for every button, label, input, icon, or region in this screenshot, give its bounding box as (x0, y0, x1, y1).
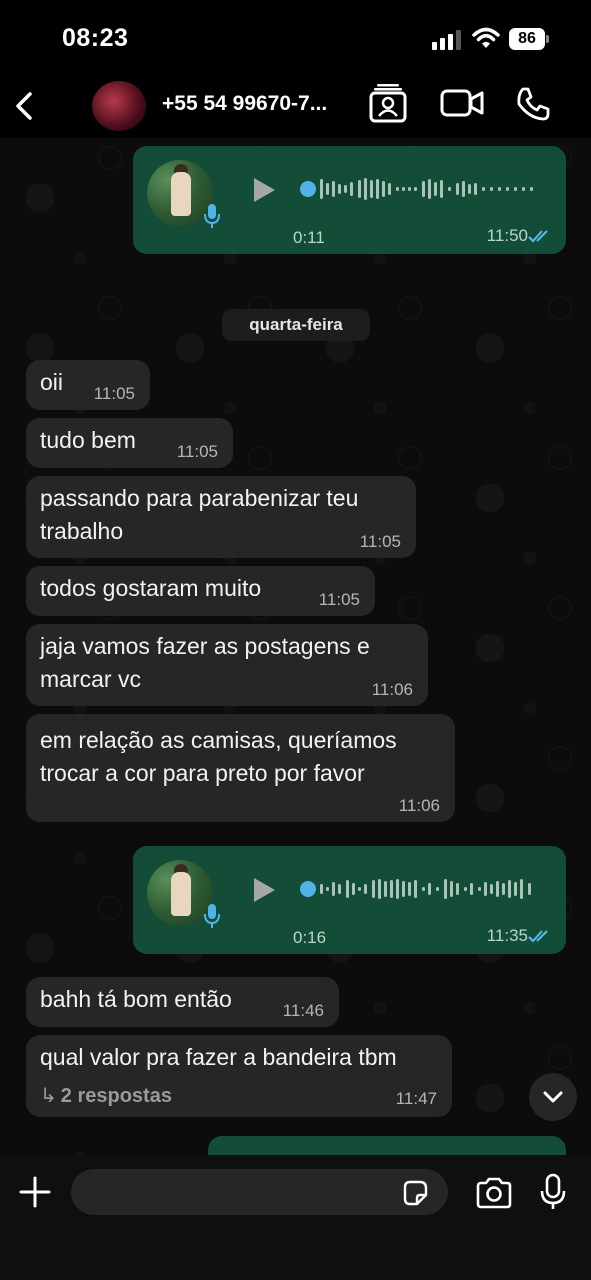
scroll-to-bottom-button[interactable] (529, 1073, 577, 1121)
incoming-message[interactable]: bahh tá bom então 11:46 (26, 977, 339, 1027)
cellular-signal-icon (432, 30, 461, 50)
play-icon[interactable] (251, 876, 277, 904)
audio-waveform[interactable] (298, 871, 538, 907)
read-receipt-icon (528, 230, 548, 243)
thread-replies-link[interactable]: ↳ 2 respostas (40, 1083, 172, 1108)
outgoing-voice-message[interactable]: 0:16 11:35 (133, 846, 566, 954)
message-text: todos gostaram muito (40, 575, 262, 601)
message-text-line2: trabalho (40, 518, 124, 544)
microphone-icon (204, 204, 220, 228)
contact-name[interactable]: +55 54 99670-7... (162, 92, 327, 116)
battery-level: 86 (509, 28, 545, 50)
message-text: em relação as camisas, queríamos (40, 727, 397, 753)
incoming-message[interactable]: tudo bem 11:05 (26, 418, 233, 468)
message-text: qual valor pra fazer a bandeira tbm (40, 1044, 397, 1070)
video-call-icon[interactable] (440, 88, 484, 118)
message-time: 11:06 (371, 680, 413, 699)
play-icon[interactable] (251, 176, 277, 204)
message-time: 11:05 (318, 590, 360, 609)
incoming-message[interactable]: oii 11:05 (26, 360, 150, 410)
contact-avatar[interactable] (92, 81, 146, 131)
incoming-message[interactable]: todos gostaram muito 11:05 (26, 566, 375, 616)
outgoing-voice-message[interactable]: 0:11 11:50 (133, 146, 566, 254)
chat-header: +55 54 99670-7... (0, 78, 591, 138)
message-list[interactable]: 0:11 11:50 quarta-feira oii 11:05 tudo b… (0, 138, 591, 1155)
message-text: jaja vamos fazer as postagens e (40, 633, 370, 659)
chevron-down-icon (543, 1091, 563, 1103)
sticker-icon[interactable] (401, 1179, 429, 1207)
message-text: tudo bem (40, 427, 136, 453)
plus-icon[interactable] (18, 1175, 52, 1209)
incoming-message[interactable]: qual valor pra fazer a bandeira tbm ↳ 2 r… (26, 1035, 452, 1117)
status-bar: 08:23 86 (0, 0, 591, 78)
incoming-message[interactable]: passando para parabenizar teu trabalho 1… (26, 476, 416, 558)
reply-arrow-icon: ↳ (40, 1085, 57, 1107)
message-text: bahh tá bom então (40, 986, 232, 1012)
battery-icon: 86 (509, 28, 549, 50)
contact-card-icon[interactable] (369, 83, 407, 123)
message-input[interactable] (71, 1169, 448, 1215)
read-receipt-icon (528, 930, 548, 943)
incoming-message[interactable]: em relação as camisas, queríamos trocar … (26, 714, 455, 822)
microphone-icon[interactable] (539, 1173, 567, 1211)
incoming-message[interactable]: jaja vamos fazer as postagens e marcar v… (26, 624, 428, 706)
message-time: 11:05 (176, 442, 218, 461)
voice-duration: 0:16 (293, 928, 327, 947)
message-time: 11:47 (395, 1089, 437, 1108)
wifi-icon (472, 27, 500, 48)
message-composer (0, 1155, 591, 1280)
message-time: 11:05 (359, 532, 401, 551)
message-time: 11:46 (282, 1001, 324, 1020)
message-time: 11:35 (486, 926, 528, 945)
message-text-line2: trocar a cor para preto por favor (40, 760, 365, 786)
camera-icon[interactable] (475, 1177, 513, 1209)
message-time: 11:06 (398, 796, 440, 815)
outgoing-message-partial[interactable] (208, 1136, 566, 1155)
voice-duration: 0:11 (293, 228, 325, 247)
message-time: 11:05 (93, 384, 135, 403)
microphone-icon (204, 904, 220, 928)
audio-waveform[interactable] (298, 171, 538, 207)
message-time: 11:50 (486, 226, 528, 245)
message-text: oii (40, 369, 64, 395)
back-chevron-icon[interactable] (10, 86, 38, 126)
status-time: 08:23 (62, 24, 129, 52)
replies-count: 2 respostas (60, 1085, 172, 1107)
message-text: passando para parabenizar teu (40, 485, 359, 511)
message-text-line2: marcar vc (40, 666, 141, 692)
date-separator: quarta-feira (222, 309, 370, 341)
phone-call-icon[interactable] (515, 86, 551, 122)
